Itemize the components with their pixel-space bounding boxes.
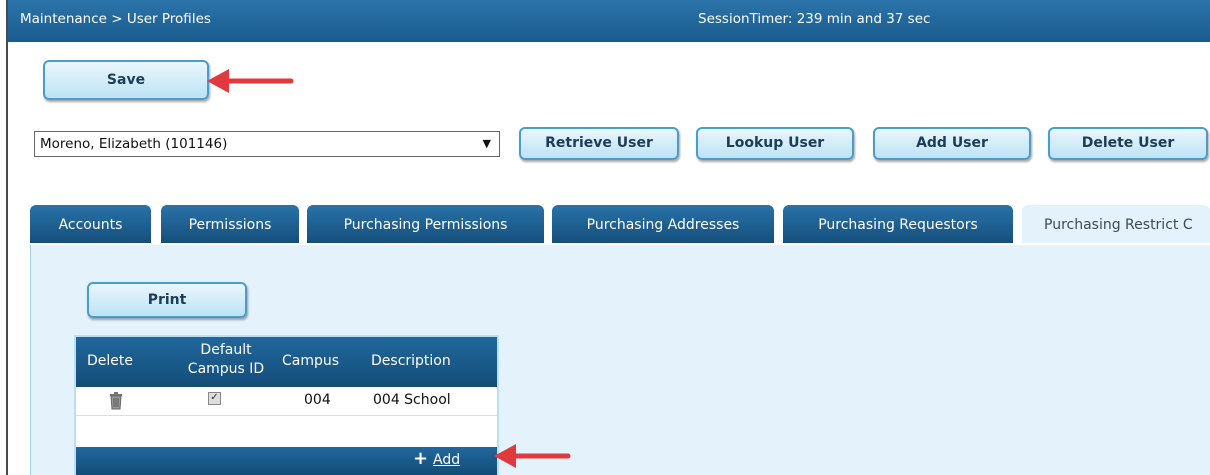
annotation-arrow-add: [494, 444, 571, 468]
tab-permissions[interactable]: Permissions: [161, 205, 299, 243]
default-campus-checkbox[interactable]: ✓: [208, 392, 221, 405]
tab-accounts[interactable]: Accounts: [30, 205, 151, 243]
tab-purchasing-permissions[interactable]: Purchasing Permissions: [307, 205, 544, 243]
delete-user-button[interactable]: Delete User: [1048, 127, 1208, 160]
table-footer: + Add: [76, 447, 497, 475]
breadcrumb: Maintenance > User Profiles: [20, 11, 211, 27]
user-select[interactable]: Moreno, Elizabeth (101146) ▼: [34, 131, 500, 157]
title-bar: Maintenance > User Profiles SessionTimer…: [8, 0, 1210, 42]
table-row: ✓ 004 004 School: [76, 387, 497, 416]
tab-purchasing-restrict[interactable]: Purchasing Restrict C: [1022, 205, 1210, 243]
column-header-campus: Campus: [282, 353, 340, 369]
app-window: Maintenance > User Profiles SessionTimer…: [6, 0, 1210, 475]
column-header-default-line1: Default: [200, 342, 252, 358]
lookup-user-button[interactable]: Lookup User: [696, 127, 854, 160]
print-button[interactable]: Print: [87, 282, 247, 318]
session-timer: SessionTimer: 239 min and 37 sec: [698, 11, 931, 27]
campus-cell: 004: [304, 392, 331, 408]
add-row-link[interactable]: Add: [433, 452, 460, 468]
description-cell: 004 School: [373, 392, 451, 408]
caret-down-icon: ▼: [482, 137, 491, 150]
add-user-button[interactable]: Add User: [873, 127, 1031, 160]
save-button[interactable]: Save: [43, 60, 209, 100]
empty-row: [76, 416, 497, 446]
plus-icon[interactable]: +: [413, 448, 428, 469]
column-header-description: Description: [371, 353, 451, 369]
table-header: Delete Default Campus ID Campus Descript…: [76, 337, 497, 387]
tab-purchasing-addresses[interactable]: Purchasing Addresses: [552, 205, 774, 243]
trash-icon[interactable]: [107, 390, 125, 414]
annotation-arrow-save: [207, 69, 294, 93]
retrieve-user-button[interactable]: Retrieve User: [519, 127, 679, 160]
tab-purchasing-requestors[interactable]: Purchasing Requestors: [783, 205, 1013, 243]
column-header-default-line2: Campus ID: [187, 361, 265, 377]
user-select-value: Moreno, Elizabeth (101146): [40, 136, 228, 152]
campus-table: Delete Default Campus ID Campus Descript…: [74, 335, 499, 475]
column-header-delete: Delete: [87, 353, 133, 369]
